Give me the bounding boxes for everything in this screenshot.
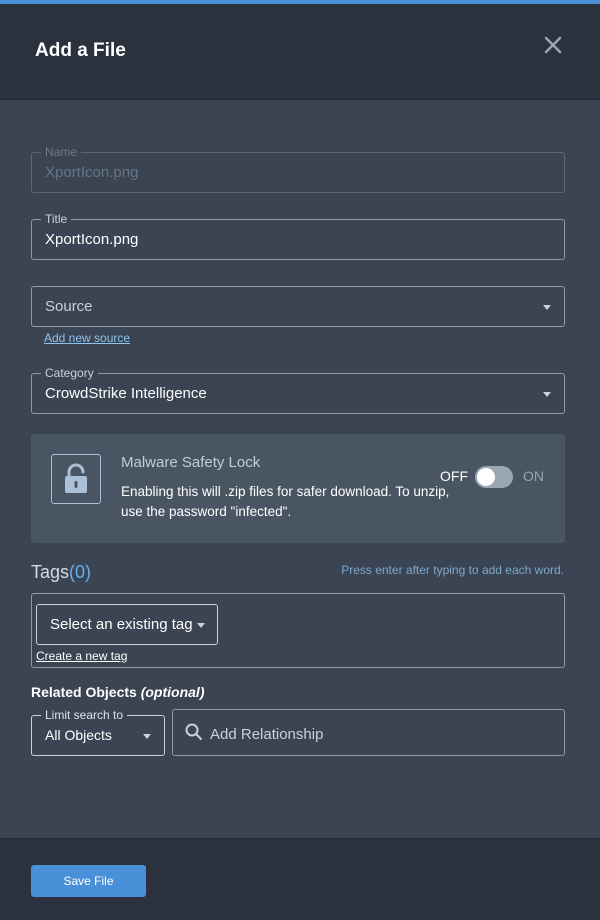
limit-search-label: Limit search to: [41, 708, 128, 722]
toggle-knob: [477, 468, 495, 486]
title-field-value[interactable]: XportIcon.png: [45, 231, 138, 248]
create-new-tag-link[interactable]: Create a new tag: [36, 649, 127, 663]
safety-lock-description: Enabling this will .zip files for safer …: [121, 484, 450, 519]
title-field-label: Title: [41, 212, 72, 226]
category-select[interactable]: Category CrowdStrike Intelligence: [31, 366, 565, 414]
safety-lock-title: Malware Safety Lock: [121, 454, 261, 471]
modal-footer: Save File: [0, 838, 600, 920]
category-select-value: CrowdStrike Intelligence: [45, 385, 207, 402]
category-field-label: Category: [41, 366, 98, 380]
existing-tag-select[interactable]: Select an existing tag: [36, 604, 218, 645]
toggle-off-label: OFF: [440, 468, 468, 484]
close-icon[interactable]: [542, 34, 564, 56]
add-relationship-placeholder: Add Relationship: [210, 726, 324, 743]
related-objects-label: Related Objects (optional): [31, 684, 204, 700]
name-field-label: Name: [41, 145, 82, 159]
tags-label: Tags(0): [31, 562, 91, 583]
unlock-icon: [51, 454, 101, 504]
add-relationship-input[interactable]: Add Relationship: [172, 709, 565, 756]
toggle-on-label: ON: [523, 468, 544, 484]
save-file-button[interactable]: Save File: [31, 865, 146, 897]
safety-lock-toggle[interactable]: [475, 466, 513, 488]
chevron-down-icon: [197, 623, 205, 628]
chevron-down-icon: [543, 392, 551, 397]
source-select[interactable]: Source: [31, 286, 565, 327]
tags-box: Select an existing tag Create a new tag: [31, 593, 565, 668]
modal-header: Add a File: [0, 4, 600, 100]
tags-hint: Press enter after typing to add each wor…: [341, 563, 564, 577]
limit-search-value: All Objects: [45, 727, 112, 743]
name-field-value: XportIcon.png: [45, 164, 139, 181]
related-objects-label-text: Related Objects: [31, 684, 137, 700]
related-optional-label: (optional): [140, 684, 205, 700]
add-new-source-link[interactable]: Add new source: [44, 331, 130, 345]
existing-tag-select-label: Select an existing tag: [50, 616, 193, 633]
chevron-down-icon: [543, 305, 551, 310]
tags-count: (0): [69, 562, 92, 582]
chevron-down-icon: [143, 734, 151, 739]
search-icon: [185, 723, 203, 746]
title-field[interactable]: Title XportIcon.png: [31, 212, 565, 260]
source-select-placeholder: Source: [45, 298, 93, 315]
modal-title: Add a File: [35, 40, 126, 61]
limit-search-select[interactable]: Limit search to All Objects: [31, 708, 165, 756]
tags-label-text: Tags: [31, 562, 70, 582]
malware-safety-lock-panel: Malware Safety Lock Enabling this will .…: [31, 434, 565, 543]
name-field: Name XportIcon.png: [31, 145, 565, 193]
